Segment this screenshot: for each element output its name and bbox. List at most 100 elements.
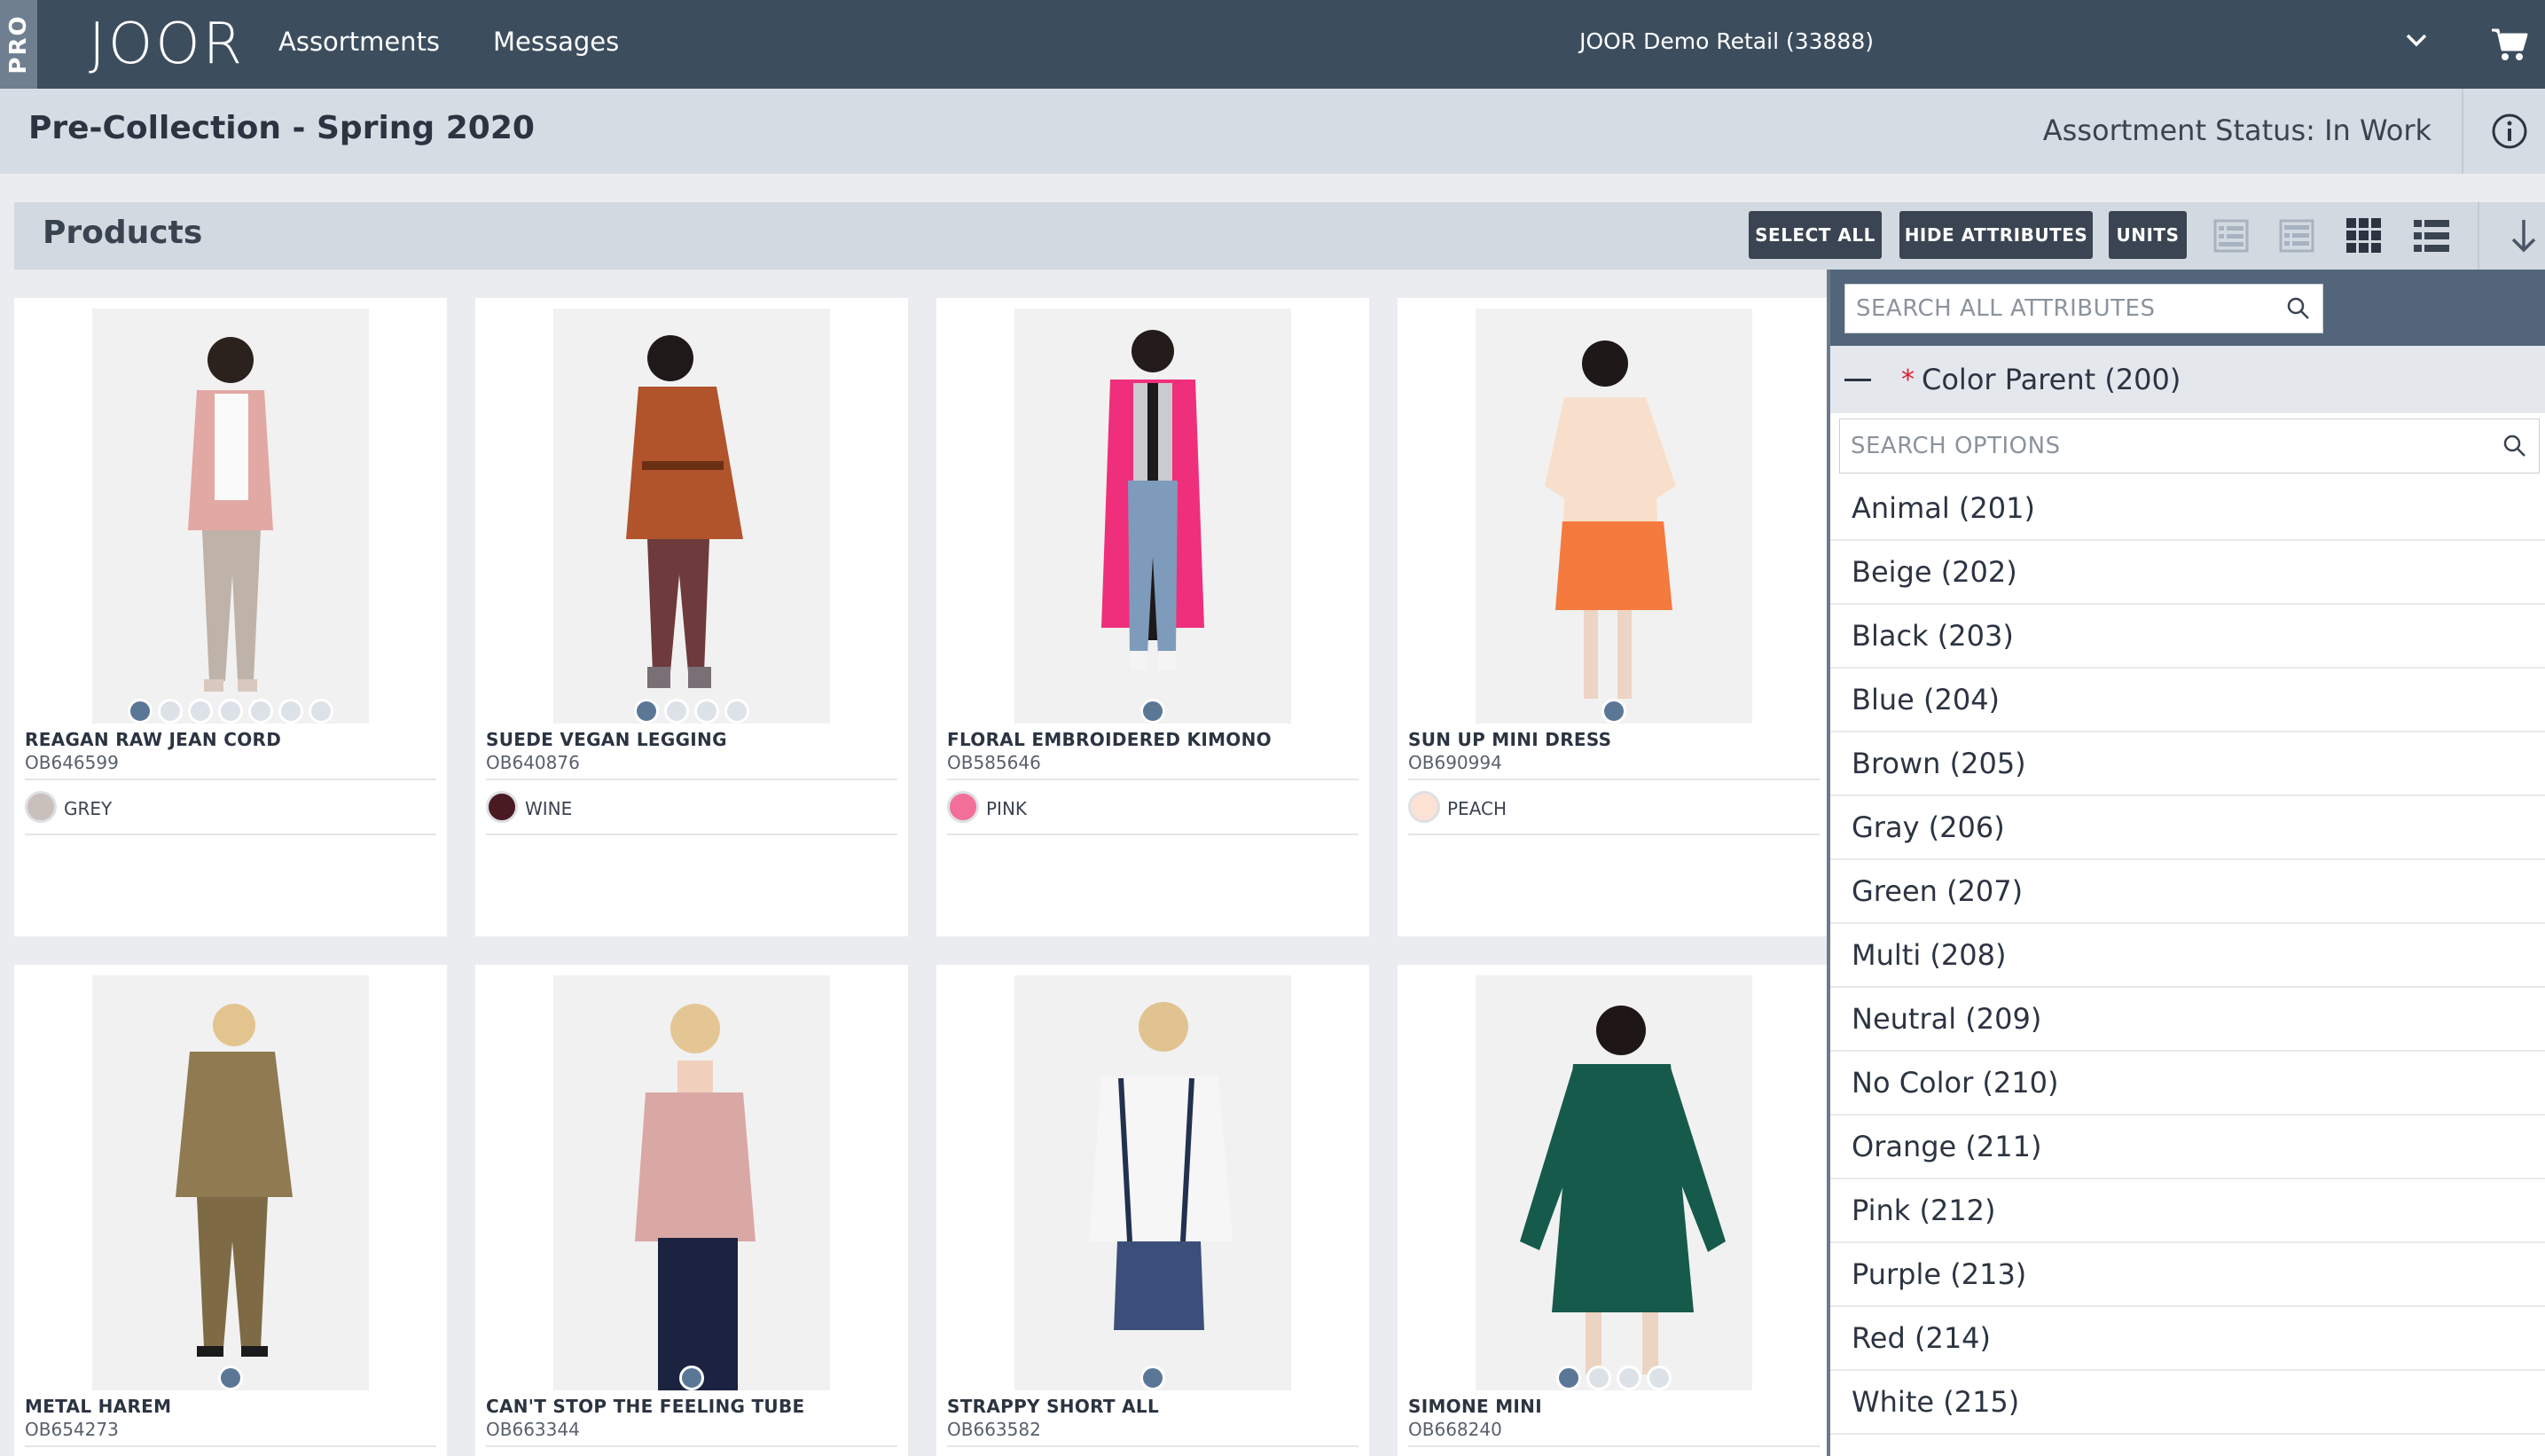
color-swatch[interactable] (486, 791, 518, 823)
carousel-dot[interactable] (634, 699, 659, 724)
product-image[interactable] (553, 975, 830, 1390)
divider (947, 779, 1359, 780)
product-sku: OB585646 (947, 752, 1041, 773)
color-swatch[interactable] (947, 791, 979, 823)
option-neutral[interactable]: Neutral (209) (1830, 988, 2545, 1052)
image-carousel-dots (936, 1366, 1369, 1390)
image-carousel-dots (1398, 699, 1830, 724)
product-image[interactable] (92, 309, 369, 724)
product-card[interactable]: CAN'T STOP THE FEELING TUBE OB663344 (475, 965, 908, 1456)
select-all-button[interactable]: SELECT ALL (1749, 211, 1882, 259)
product-card[interactable]: SUEDE VEGAN LEGGING OB640876 WINE (475, 298, 908, 936)
image-carousel-dots (14, 1366, 447, 1390)
product-image[interactable] (1014, 309, 1291, 724)
product-image[interactable] (1476, 975, 1752, 1390)
option-red[interactable]: Red (214) (1830, 1307, 2545, 1371)
required-marker: * (1901, 364, 1915, 395)
products-heading: Products (43, 215, 203, 251)
product-image[interactable] (553, 309, 830, 724)
color-parent-group[interactable]: * Color Parent (200) (1830, 346, 2545, 413)
carousel-dot[interactable] (248, 699, 273, 724)
color-parent-label: Color Parent (200) (1922, 363, 2181, 396)
carousel-dot[interactable] (1556, 1366, 1581, 1390)
carousel-dot[interactable] (218, 699, 243, 724)
option-beige[interactable]: Beige (202) (1830, 541, 2545, 605)
carousel-dot[interactable] (309, 699, 333, 724)
option-black[interactable]: Black (203) (1830, 605, 2545, 669)
carousel-dot[interactable] (664, 699, 689, 724)
product-sku: OB668240 (1408, 1419, 1502, 1440)
product-sku: OB690994 (1408, 752, 1502, 773)
top-nav-bar: PRO JOOR Assortments Messages JOOR Demo … (0, 0, 2545, 89)
page-title: Pre-Collection - Spring 2020 (28, 110, 535, 146)
product-sku: OB646599 (25, 752, 119, 773)
attribute-search-input[interactable] (1845, 295, 2285, 322)
view-detail-icon[interactable] (2212, 216, 2251, 255)
carousel-dot[interactable] (218, 1366, 243, 1390)
carousel-dot[interactable] (1140, 1366, 1165, 1390)
options-search-input[interactable] (1840, 433, 2502, 459)
product-sku: OB663344 (486, 1419, 580, 1440)
collapse-icon[interactable] (1844, 378, 1871, 381)
option-white[interactable]: White (215) (1830, 1371, 2545, 1435)
option-blue[interactable]: Blue (204) (1830, 669, 2545, 732)
option-no-color[interactable]: No Color (210) (1830, 1052, 2545, 1115)
option-purple[interactable]: Purple (213) (1830, 1243, 2545, 1307)
list-view-icon[interactable] (2412, 216, 2451, 255)
assortment-status: Assortment Status: In Work (2042, 114, 2431, 147)
carousel-dot[interactable] (1647, 1366, 1672, 1390)
info-icon[interactable] (2490, 112, 2529, 151)
option-gray[interactable]: Gray (206) (1830, 796, 2545, 860)
search-icon[interactable] (2502, 433, 2528, 459)
option-pink[interactable]: Pink (212) (1830, 1179, 2545, 1243)
carousel-dot[interactable] (1586, 1366, 1611, 1390)
color-options-list: Animal (201) Beige (202) Black (203) Blu… (1830, 477, 2545, 1435)
product-name: SUN UP MINI DRESS (1408, 729, 1612, 750)
product-image[interactable] (92, 975, 369, 1390)
carousel-dot[interactable] (158, 699, 183, 724)
carousel-dot[interactable] (694, 699, 719, 724)
option-multi[interactable]: Multi (208) (1830, 924, 2545, 988)
option-orange[interactable]: Orange (211) (1830, 1115, 2545, 1179)
view-compact-icon[interactable] (2277, 216, 2316, 255)
option-green[interactable]: Green (207) (1830, 860, 2545, 924)
carousel-dot[interactable] (278, 699, 303, 724)
product-card[interactable]: SIMONE MINI OB668240 (1398, 965, 1830, 1456)
nav-assortments[interactable]: Assortments (278, 27, 440, 57)
carousel-dot[interactable] (1140, 699, 1165, 724)
color-label: PEACH (1447, 798, 1507, 819)
product-image[interactable] (1014, 975, 1291, 1390)
option-brown[interactable]: Brown (205) (1830, 732, 2545, 796)
nav-messages[interactable]: Messages (493, 27, 619, 57)
carousel-dot[interactable] (679, 1366, 704, 1390)
carousel-dot[interactable] (1601, 699, 1626, 724)
carousel-dot[interactable] (128, 699, 153, 724)
color-swatch[interactable] (1408, 791, 1440, 823)
product-card[interactable]: METAL HAREM OB654273 (14, 965, 447, 1456)
account-selector[interactable]: JOOR Demo Retail (33888) (1579, 28, 1874, 54)
search-icon[interactable] (2285, 295, 2312, 322)
carousel-dot[interactable] (188, 699, 213, 724)
color-swatch[interactable] (25, 791, 57, 823)
product-card[interactable]: REAGAN RAW JEAN CORD OB646599 GREY (14, 298, 447, 936)
product-image[interactable] (1476, 309, 1752, 724)
product-card[interactable]: FLORAL EMBROIDERED KIMONO OB585646 PINK (936, 298, 1369, 936)
attribute-search-box (1844, 284, 2323, 333)
option-animal[interactable]: Animal (201) (1830, 477, 2545, 541)
arrow-down-icon[interactable] (2504, 216, 2543, 255)
cart-icon[interactable] (2490, 25, 2529, 64)
carousel-dot[interactable] (724, 699, 749, 724)
image-carousel-dots (14, 699, 447, 724)
units-button[interactable]: UNITS (2109, 211, 2187, 259)
product-card[interactable]: SUN UP MINI DRESS OB690994 PEACH (1398, 298, 1830, 936)
chevron-down-icon[interactable] (2403, 27, 2430, 53)
product-card[interactable]: STRAPPY SHORT ALL OB663582 (936, 965, 1369, 1456)
hide-attributes-button[interactable]: HIDE ATTRIBUTES (1899, 211, 2093, 259)
pro-badge: PRO (0, 0, 37, 89)
color-label: PINK (986, 798, 1028, 819)
grid-view-icon[interactable] (2345, 216, 2384, 255)
divider (1408, 1445, 1820, 1447)
joor-logo[interactable]: JOOR (89, 7, 245, 82)
carousel-dot[interactable] (1617, 1366, 1641, 1390)
divider (947, 834, 1359, 835)
